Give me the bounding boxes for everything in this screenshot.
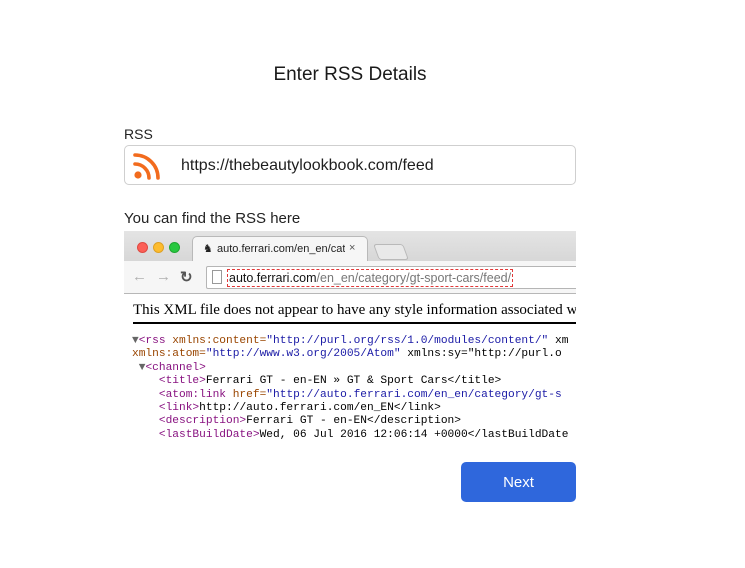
xml-line: <link>http://auto.ferrari.com/en_EN</lin… — [132, 402, 568, 415]
xml-token: href= — [232, 388, 267, 401]
xml-token: Ferrari GT - en-EN</description> — [246, 415, 461, 428]
xml-token: ▼ — [132, 361, 146, 374]
url-host: auto.ferrari.com — [229, 271, 317, 285]
xml-token: <description> — [158, 415, 247, 428]
xml-line: ▼<rss xmlns:content="http://purl.org/rss… — [132, 335, 568, 348]
xml-line: <lastBuildDate>Wed, 06 Jul 2016 12:06:14… — [132, 428, 569, 442]
xml-line: ▼<channel> — [132, 362, 568, 375]
rss-example-screenshot: ♞ auto.ferrari.com/en_en/cate × ← → ↻ au… — [124, 231, 576, 445]
reload-icon: ↻ — [180, 269, 193, 286]
forward-arrow-icon: → — [156, 268, 171, 285]
xml-token: <title> — [158, 375, 206, 388]
new-tab-icon — [373, 244, 409, 260]
rss-field[interactable] — [124, 145, 576, 185]
page-title: Enter RSS Details — [273, 64, 427, 85]
xml-token: xmlns:atom= — [132, 348, 206, 361]
xml-token: <lastBuildDate> — [158, 428, 260, 441]
rss-hint: You can find the RSS here — [124, 210, 301, 227]
minimize-window-dot — [153, 242, 164, 253]
xml-token — [132, 375, 159, 387]
xml-token: xmlns:sy="http://purl.o — [400, 348, 562, 361]
browser-url: auto.ferrari.com/en_en/category/gt-sport… — [227, 269, 514, 287]
page-icon — [212, 270, 222, 284]
rss-feed-icon — [133, 153, 160, 180]
xml-token: <link> — [158, 402, 200, 415]
ferrari-favicon-icon: ♞ — [203, 243, 213, 255]
browser-tab-bar: ♞ auto.ferrari.com/en_en/cate × — [124, 231, 576, 261]
xml-token: "http://www.w3.org/2005/Atom" — [205, 348, 401, 361]
xml-line: <title>Ferrari GT - en-EN » GT & Sport C… — [132, 375, 568, 388]
xml-token: <atom:link — [158, 388, 233, 401]
xml-line: <description>Ferrari GT - en-EN</descrip… — [132, 415, 568, 428]
close-window-dot — [137, 242, 148, 253]
next-button[interactable]: Next — [461, 462, 576, 502]
xml-token: xm — [548, 335, 569, 347]
xml-token — [132, 429, 159, 441]
xml-token: ▼ — [132, 335, 139, 347]
browser-address-bar: auto.ferrari.com/en_en/category/gt-sport… — [206, 266, 576, 289]
xml-token — [132, 402, 159, 414]
browser-tab-title: auto.ferrari.com/en_en/cate — [217, 243, 345, 255]
rss-label: RSS — [124, 126, 153, 142]
xml-token — [132, 415, 159, 427]
xml-token — [132, 389, 159, 401]
xml-token: <channel> — [145, 361, 206, 374]
url-path: /en_en/category/gt-sport-cars/feed/ — [316, 271, 512, 285]
xml-token: xmlns:content= — [172, 335, 267, 347]
xml-token: "http://purl.org/rss/1.0/modules/content… — [266, 335, 549, 347]
xml-line: xmlns:atom="http://www.w3.org/2005/Atom"… — [132, 348, 568, 361]
browser-toolbar: ← → ↻ auto.ferrari.com/en_en/category/gt… — [124, 261, 576, 294]
xml-token: Wed, 06 Jul 2016 12:06:14 +0000</lastBui… — [259, 428, 569, 441]
tab-close-icon: × — [349, 242, 356, 254]
xml-notice: This XML file does not appear to have an… — [133, 302, 576, 318]
browser-tab: ♞ auto.ferrari.com/en_en/cate × — [192, 236, 368, 261]
xml-token: "http://auto.ferrari.com/en_en/category/… — [266, 388, 562, 401]
xml-divider — [133, 322, 576, 324]
xml-source: ▼<rss xmlns:content="http://purl.org/rss… — [132, 335, 568, 442]
back-arrow-icon: ← — [132, 268, 147, 285]
rss-url-input[interactable] — [181, 155, 561, 177]
xml-line: <atom:link href="http://auto.ferrari.com… — [132, 389, 568, 402]
xml-token: http://auto.ferrari.com/en_EN</link> — [199, 402, 441, 415]
xml-token: <rss — [138, 335, 173, 347]
maximize-window-dot — [169, 242, 180, 253]
xml-token: Ferrari GT - en-EN » GT & Sport Cars</ti… — [205, 375, 502, 388]
